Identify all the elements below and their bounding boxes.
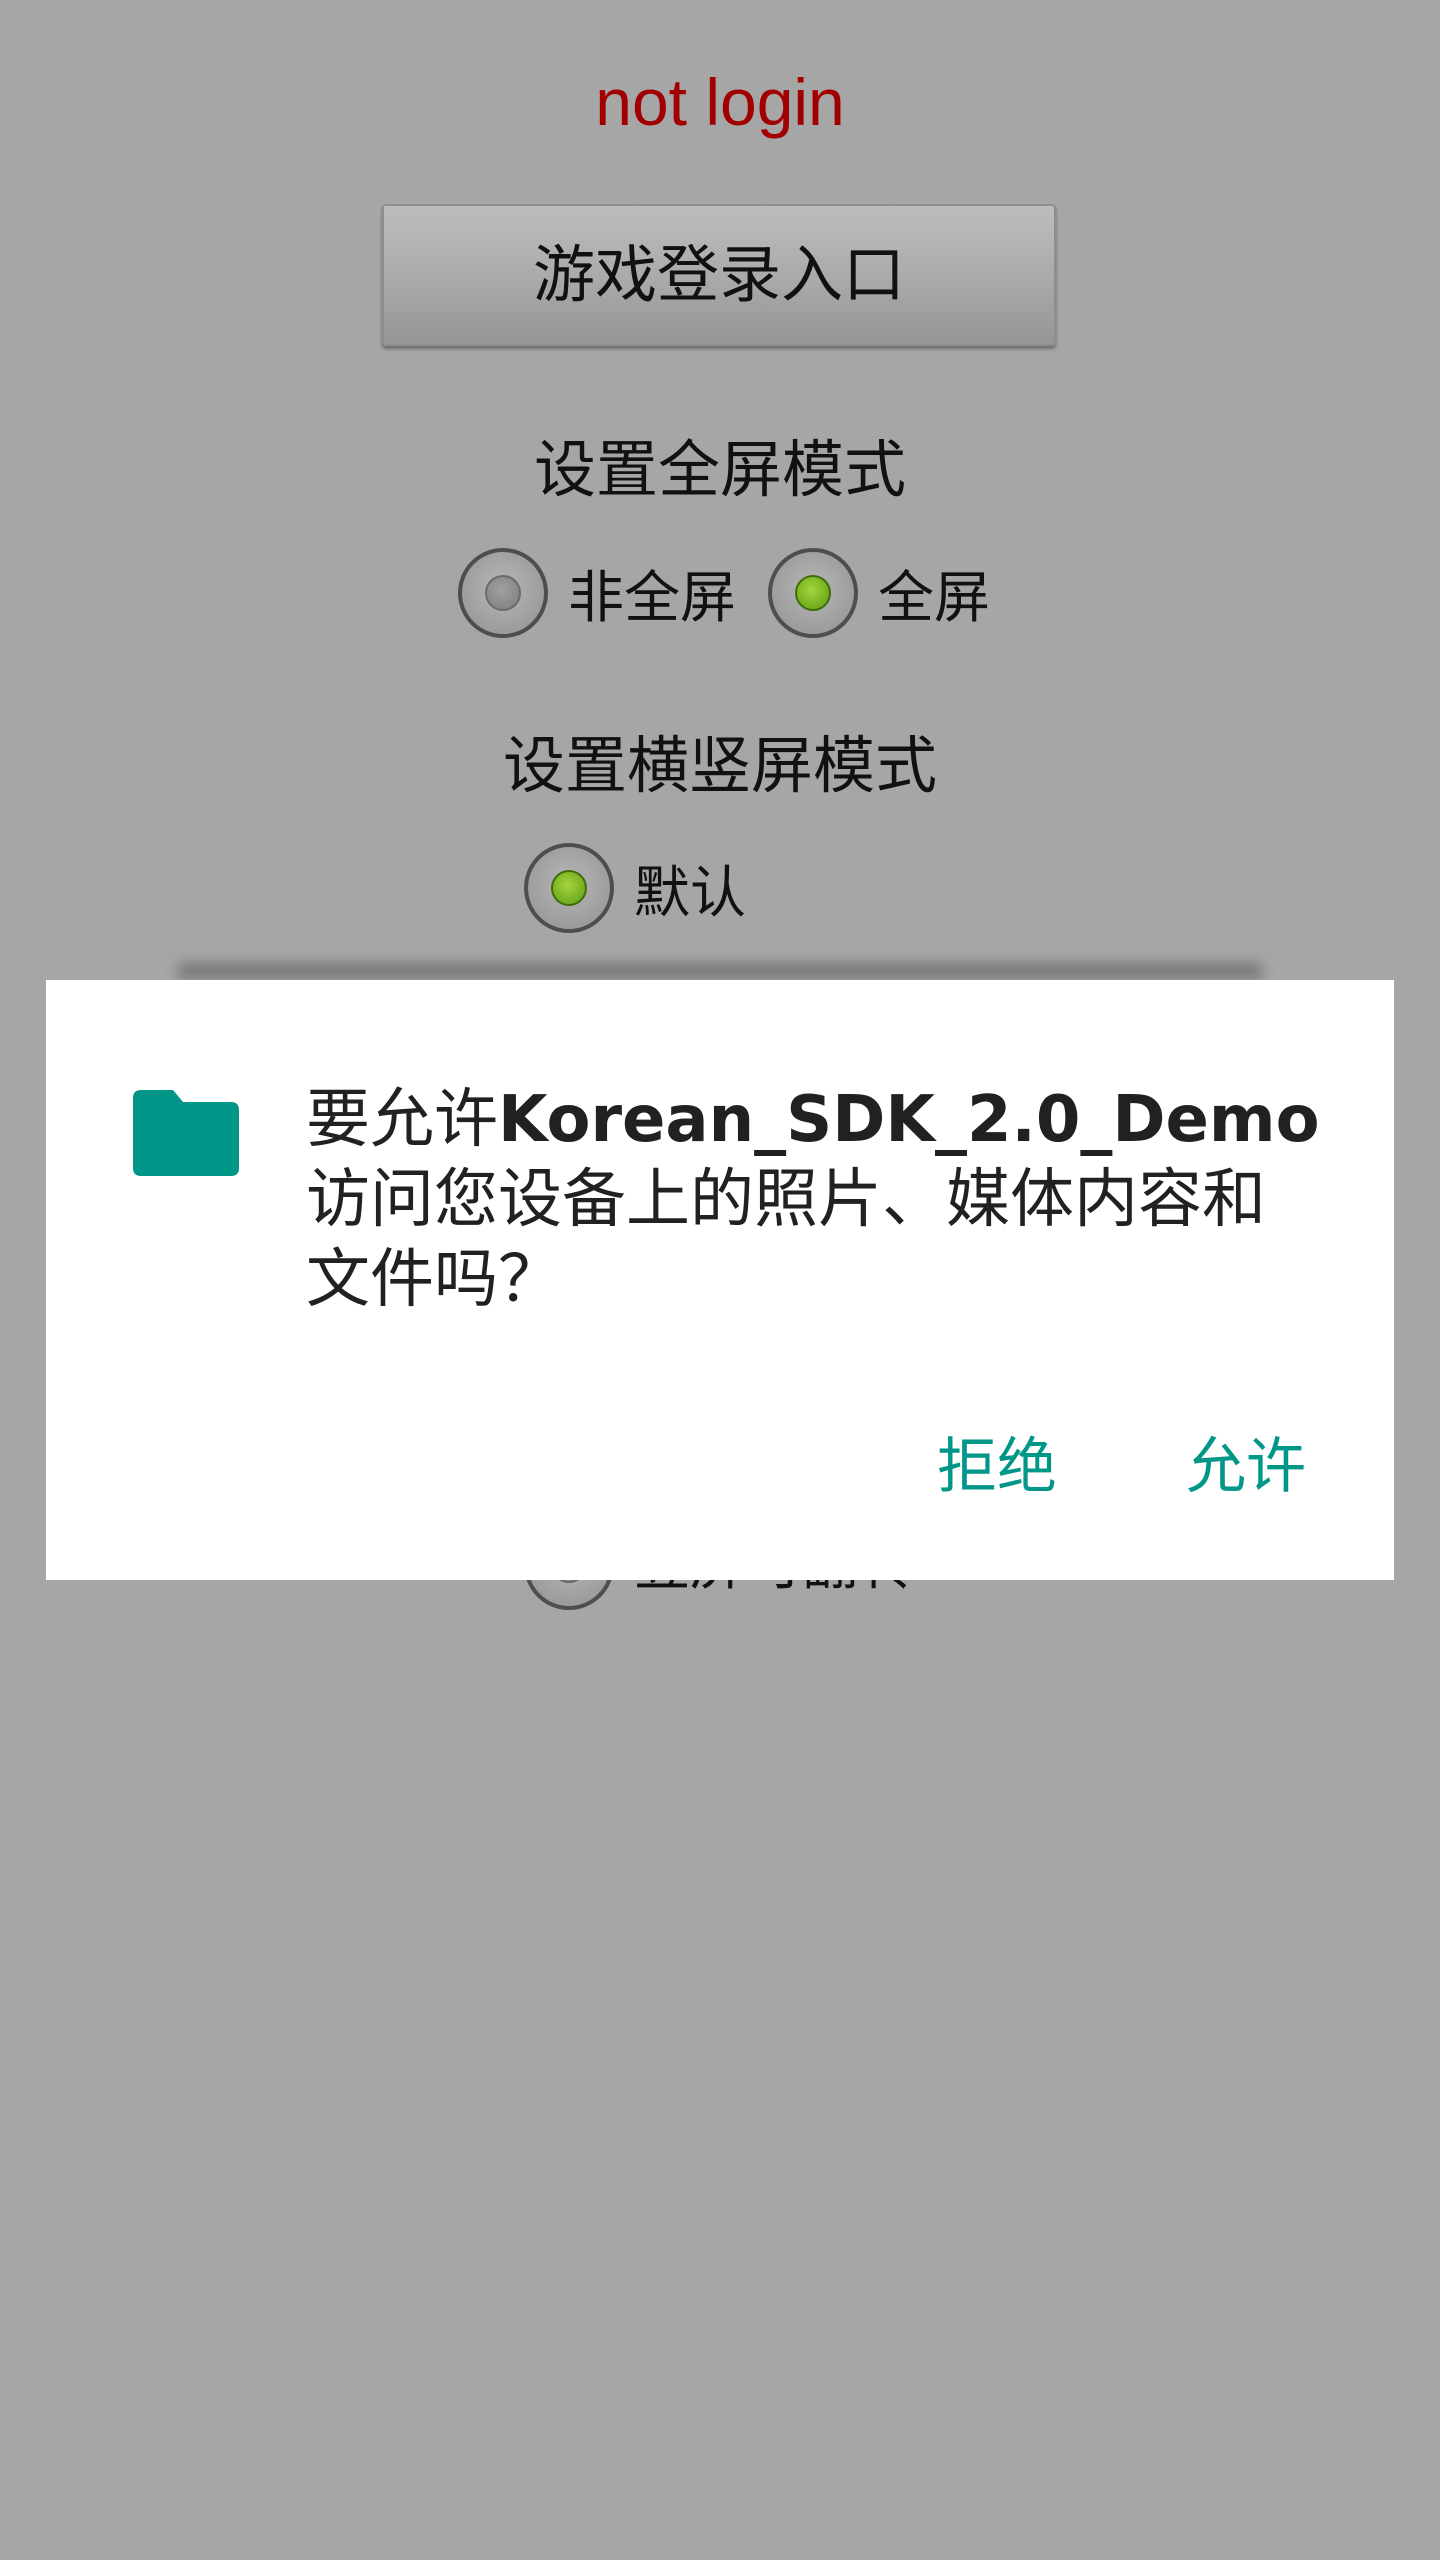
radio-label: 全屏 xyxy=(878,565,990,631)
radio-label: 默认 xyxy=(634,860,746,926)
radio-non-fullscreen[interactable]: 非全屏 xyxy=(458,543,736,643)
radio-button[interactable] xyxy=(458,548,548,638)
dialog-shadow xyxy=(176,962,1264,980)
permission-dialog: 要允许Korean_SDK_2.0_Demo访问您设备上的照片、媒体内容和文件吗… xyxy=(46,980,1394,1580)
radio-fullscreen[interactable]: 全屏 xyxy=(768,543,990,643)
permission-message: 要允许Korean_SDK_2.0_Demo访问您设备上的照片、媒体内容和文件吗… xyxy=(306,1080,1326,1320)
radio-button[interactable] xyxy=(524,843,614,933)
app-screen: not login 游戏登录入口 设置全屏模式 非全屏 全屏 设置横竖屏模式 默… xyxy=(0,0,1440,2560)
radio-dot-selected xyxy=(795,575,831,611)
message-suffix: 访问您设备上的照片、媒体内容和文件吗？ xyxy=(306,1163,1266,1317)
radio-dot xyxy=(485,575,521,611)
radio-default-orientation[interactable]: 默认 xyxy=(524,838,746,938)
game-login-button[interactable]: 游戏登录入口 xyxy=(382,204,1056,346)
folder-icon xyxy=(133,1090,239,1176)
fullscreen-section-title: 设置全屏模式 xyxy=(533,433,906,506)
deny-button[interactable]: 拒绝 xyxy=(917,1422,1077,1512)
message-prefix: 要允许 xyxy=(306,1083,498,1157)
radio-label: 非全屏 xyxy=(568,565,736,631)
radio-dot-selected xyxy=(551,870,587,906)
app-name: Korean_SDK_2.0_Demo xyxy=(498,1083,1320,1157)
allow-button[interactable]: 允许 xyxy=(1166,1422,1326,1512)
radio-button[interactable] xyxy=(768,548,858,638)
login-status-text: not login xyxy=(595,65,845,139)
orientation-section-title: 设置横竖屏模式 xyxy=(502,729,937,802)
